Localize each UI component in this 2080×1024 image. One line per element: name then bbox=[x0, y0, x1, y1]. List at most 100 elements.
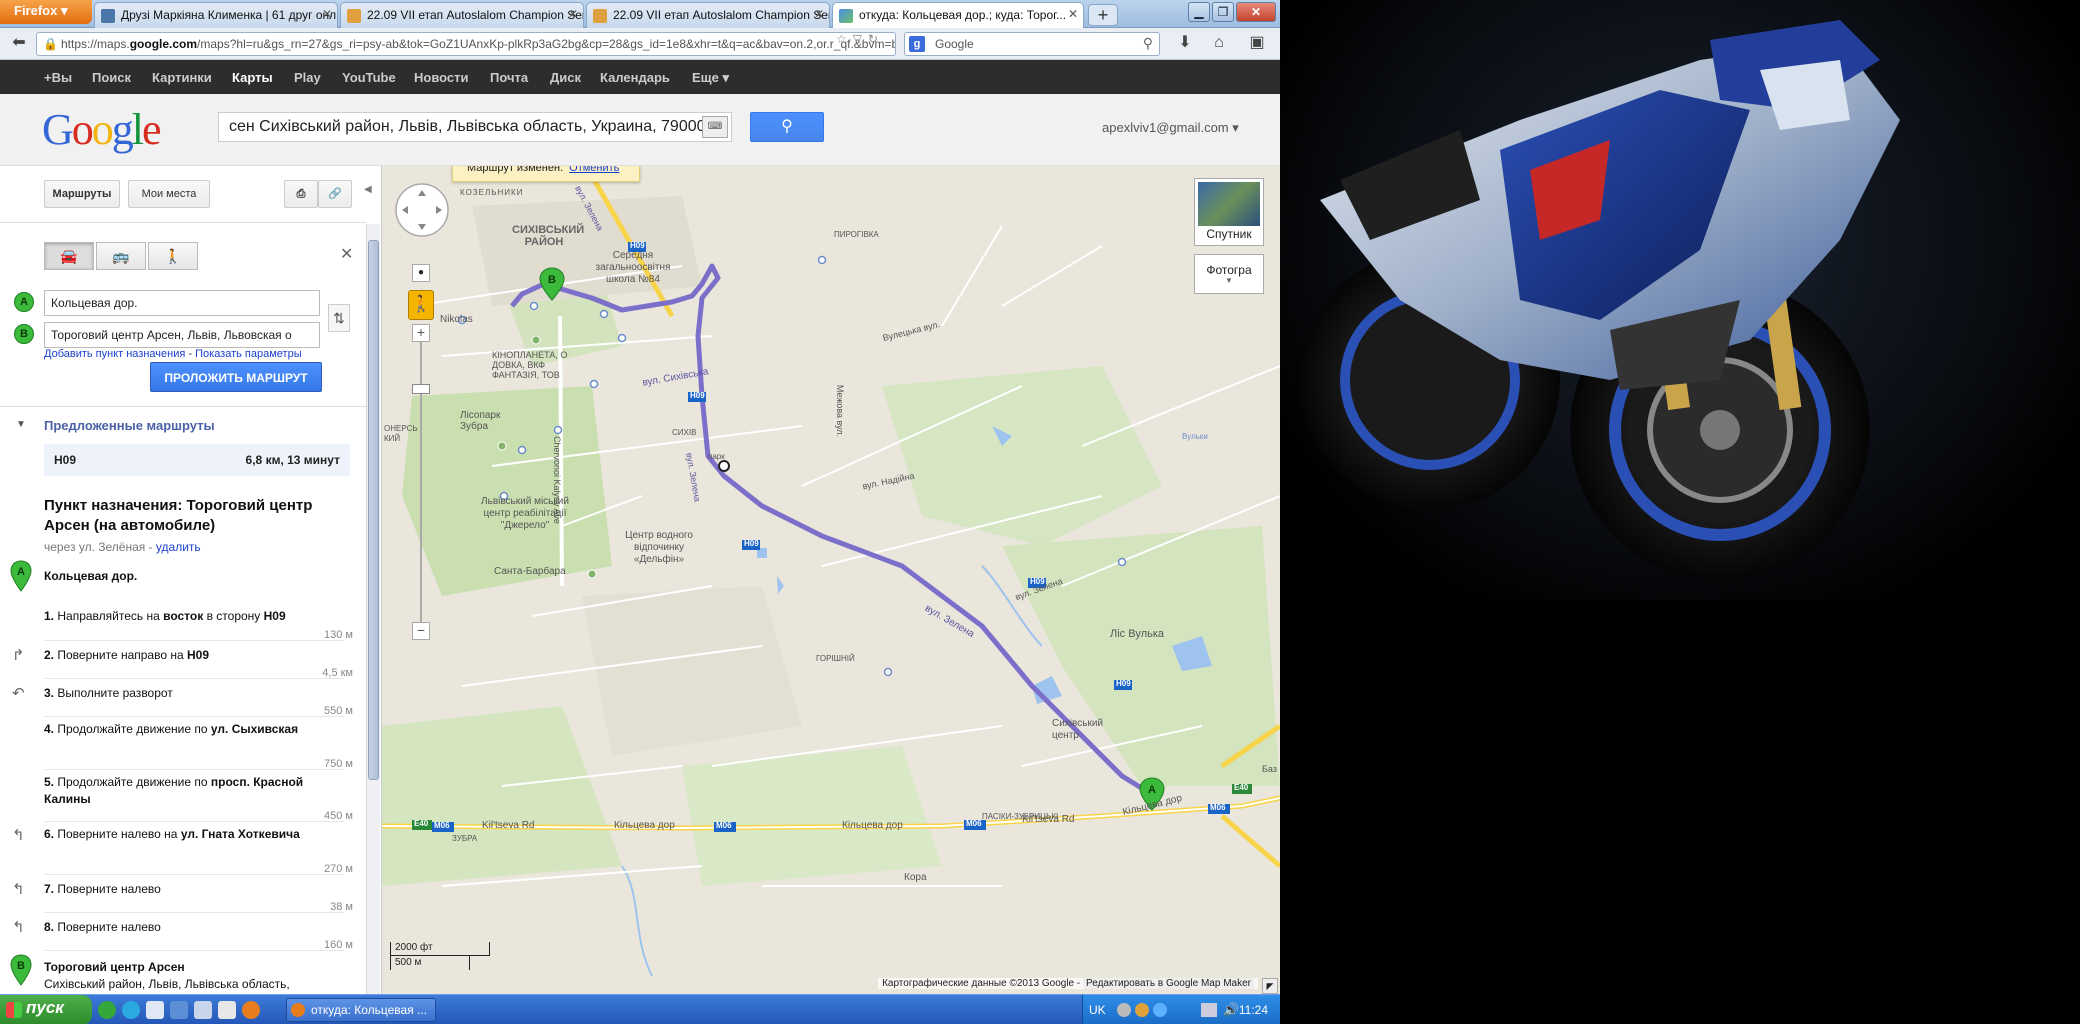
volume-icon[interactable]: 🔊 bbox=[1223, 1002, 1239, 1018]
url-bar[interactable]: 🔒 https://maps.google.com/maps?hl=ru&gs_… bbox=[36, 32, 896, 56]
expand-triangle-icon[interactable]: ▼ bbox=[16, 419, 26, 430]
walk-mode-button[interactable]: 🚶 bbox=[148, 242, 198, 270]
folder-icon[interactable] bbox=[146, 1001, 164, 1019]
minimize-button[interactable]: ▁ bbox=[1188, 2, 1210, 22]
tab-autoslalom-1[interactable]: 22.09 VII етап Autoslalom Champion Seri.… bbox=[340, 2, 584, 28]
scrollbar-thumb[interactable] bbox=[368, 240, 379, 780]
step-3[interactable]: 3. Выполните разворот bbox=[44, 685, 344, 702]
gbar-item-drive[interactable]: Диск bbox=[550, 70, 581, 85]
tab-friends[interactable]: Друзі Маркіяна Клименка | 61 друг онл...… bbox=[94, 2, 338, 28]
close-icon[interactable]: ✕ bbox=[568, 7, 578, 21]
satellite-button[interactable]: Спутник bbox=[1194, 178, 1264, 246]
logo-letter: l bbox=[131, 105, 144, 154]
paint-icon[interactable] bbox=[218, 1001, 236, 1019]
tab-autoslalom-2[interactable]: 22.09 VII етап Autoslalom Champion Seri.… bbox=[586, 2, 830, 28]
step-5[interactable]: 5. Продолжайте движение по просп. Красно… bbox=[44, 774, 344, 808]
pan-control[interactable] bbox=[394, 182, 450, 238]
window-close-button[interactable]: ✕ bbox=[1236, 2, 1276, 22]
download-icon[interactable]: ⬇ bbox=[1172, 32, 1198, 56]
google-logo[interactable]: Google bbox=[42, 104, 161, 155]
via-delete-link[interactable]: удалить bbox=[156, 540, 201, 554]
language-indicator[interactable]: UK bbox=[1089, 1003, 1106, 1017]
step-text: Продолжайте движение по bbox=[57, 722, 211, 736]
gbar-item-more[interactable]: Еще ▾ bbox=[692, 70, 729, 86]
account-menu[interactable]: apexlviv1@gmail.com ▾ bbox=[1102, 120, 1239, 136]
browser-search-input[interactable]: g Google ⚲ bbox=[904, 32, 1160, 56]
quicklaunch-icon[interactable] bbox=[98, 1001, 116, 1019]
network-icon[interactable] bbox=[1201, 1003, 1217, 1017]
gbar-item-mail[interactable]: Почта bbox=[490, 70, 528, 85]
link-icon[interactable]: 🔗 bbox=[318, 180, 352, 208]
end-point-address: Сихівський район, Львів, Львівська облас… bbox=[44, 977, 290, 991]
panel-scrollbar[interactable] bbox=[366, 224, 380, 994]
tray-app-icon[interactable] bbox=[1135, 1003, 1149, 1017]
car-mode-button[interactable]: 🚘 bbox=[44, 242, 94, 270]
skype-icon[interactable] bbox=[122, 1001, 140, 1019]
photos-button[interactable]: Фотогра ▼ bbox=[1194, 254, 1264, 294]
step-6[interactable]: 6. Поверните налево на ул. Гната Хоткеви… bbox=[44, 826, 344, 843]
clock[interactable]: 11:24 bbox=[1239, 1003, 1268, 1017]
my-places-button[interactable]: Мои места bbox=[128, 180, 210, 208]
tab-google-maps[interactable]: откуда: Кольцевая дор.; куда: Торог... ✕ bbox=[832, 2, 1084, 29]
new-tab-button[interactable]: + bbox=[1088, 4, 1118, 26]
step-bold: восток bbox=[163, 609, 204, 623]
firefox-menu-button[interactable]: Firefox ▾ bbox=[0, 0, 92, 24]
home-icon[interactable]: ⌂ bbox=[1206, 32, 1232, 56]
tray-app-icon[interactable] bbox=[1117, 1003, 1131, 1017]
close-icon[interactable]: ✕ bbox=[322, 7, 332, 21]
gbar-item-calendar[interactable]: Календарь bbox=[600, 70, 670, 85]
routes-button[interactable]: Маршруты bbox=[44, 180, 120, 208]
suggested-routes-heading[interactable]: Предложенные маршруты bbox=[44, 418, 215, 433]
maps-search-button[interactable]: ⚲ bbox=[750, 112, 824, 142]
close-icon[interactable]: ✕ bbox=[1068, 7, 1078, 21]
bookmarks-menu-icon[interactable]: ▣ bbox=[1244, 32, 1270, 56]
overview-map-toggle-icon[interactable]: ◤ bbox=[1262, 978, 1278, 994]
zoom-slider-handle[interactable] bbox=[412, 384, 430, 394]
origin-input[interactable]: Кольцевая дор. bbox=[44, 290, 320, 316]
gbar-item-search[interactable]: Поиск bbox=[92, 70, 131, 85]
start-button[interactable]: пуск bbox=[0, 995, 92, 1024]
logo-letter: g bbox=[111, 105, 134, 154]
desktop-icon[interactable] bbox=[170, 1001, 188, 1019]
collapse-panel-icon[interactable]: ◀ bbox=[364, 184, 372, 195]
back-arrow-icon[interactable]: ⬅ bbox=[6, 32, 32, 56]
url-bar-actions[interactable]: ☆▽↻ bbox=[836, 32, 884, 46]
scale-ft-bar: 2000 фт bbox=[390, 942, 490, 956]
gbar-item-images[interactable]: Картинки bbox=[152, 70, 212, 85]
map-maker-link[interactable]: Редактировать в Google Map Maker bbox=[1083, 978, 1254, 989]
zoom-reset-button[interactable]: ● bbox=[412, 264, 430, 282]
keyboard-icon[interactable]: ⌨ bbox=[702, 116, 728, 138]
calculator-icon[interactable] bbox=[194, 1001, 212, 1019]
search-icon[interactable]: ⚲ bbox=[1143, 35, 1153, 52]
step-2[interactable]: 2. Поверните направо на H09 bbox=[44, 647, 344, 664]
show-options-link[interactable]: Показать параметры bbox=[195, 348, 302, 360]
tray-app-icon[interactable] bbox=[1153, 1003, 1167, 1017]
step-4[interactable]: 4. Продолжайте движение по ул. Сыхивская bbox=[44, 721, 344, 738]
zoom-in-button[interactable]: + bbox=[412, 324, 430, 342]
step-7[interactable]: 7. Поверните налево bbox=[44, 881, 344, 898]
destination-input[interactable]: Тороговий центр Арсен, Львів, Львовская … bbox=[44, 322, 320, 348]
suggested-route-item[interactable]: H09 6,8 км, 13 минут bbox=[44, 444, 350, 476]
gbar-item-maps[interactable]: Карты bbox=[232, 70, 273, 85]
undo-link[interactable]: Отменить bbox=[569, 166, 619, 174]
firefox-icon[interactable] bbox=[242, 1001, 260, 1019]
close-directions-icon[interactable]: ✕ bbox=[340, 244, 353, 264]
gbar-item-play[interactable]: Play bbox=[294, 70, 321, 85]
gbar-item-plus[interactable]: +Вы bbox=[44, 70, 72, 85]
pegman-icon[interactable]: 🚶 bbox=[408, 290, 434, 320]
maximize-button[interactable]: ❐ bbox=[1212, 2, 1234, 22]
gbar-item-youtube[interactable]: YouTube bbox=[342, 70, 396, 85]
swap-icon[interactable]: ⇅ bbox=[328, 304, 350, 332]
zoom-out-button[interactable]: − bbox=[412, 622, 430, 640]
close-icon[interactable]: ✕ bbox=[814, 7, 824, 21]
build-route-button[interactable]: ПРОЛОЖИТЬ МАРШРУТ bbox=[150, 362, 322, 392]
transit-mode-button[interactable]: 🚌 bbox=[96, 242, 146, 270]
print-icon[interactable]: ⎙ bbox=[284, 180, 318, 208]
add-destination-link[interactable]: Добавить пункт назначения bbox=[44, 348, 185, 360]
step-1[interactable]: 1. Направляйтесь на восток в сторону H09 bbox=[44, 608, 344, 625]
step-8[interactable]: 8. Поверните налево bbox=[44, 919, 344, 936]
map-canvas[interactable]: B A КОЗЕЛЬНИКИ СИХІВСЬКИЙ РАЙОН Середня … bbox=[382, 166, 1280, 994]
maps-search-input[interactable]: сен Сихівський район, Львів, Львівська о… bbox=[218, 112, 732, 142]
taskbar-firefox-window[interactable]: откуда: Кольцевая ... bbox=[286, 998, 436, 1022]
gbar-item-news[interactable]: Новости bbox=[414, 70, 469, 85]
